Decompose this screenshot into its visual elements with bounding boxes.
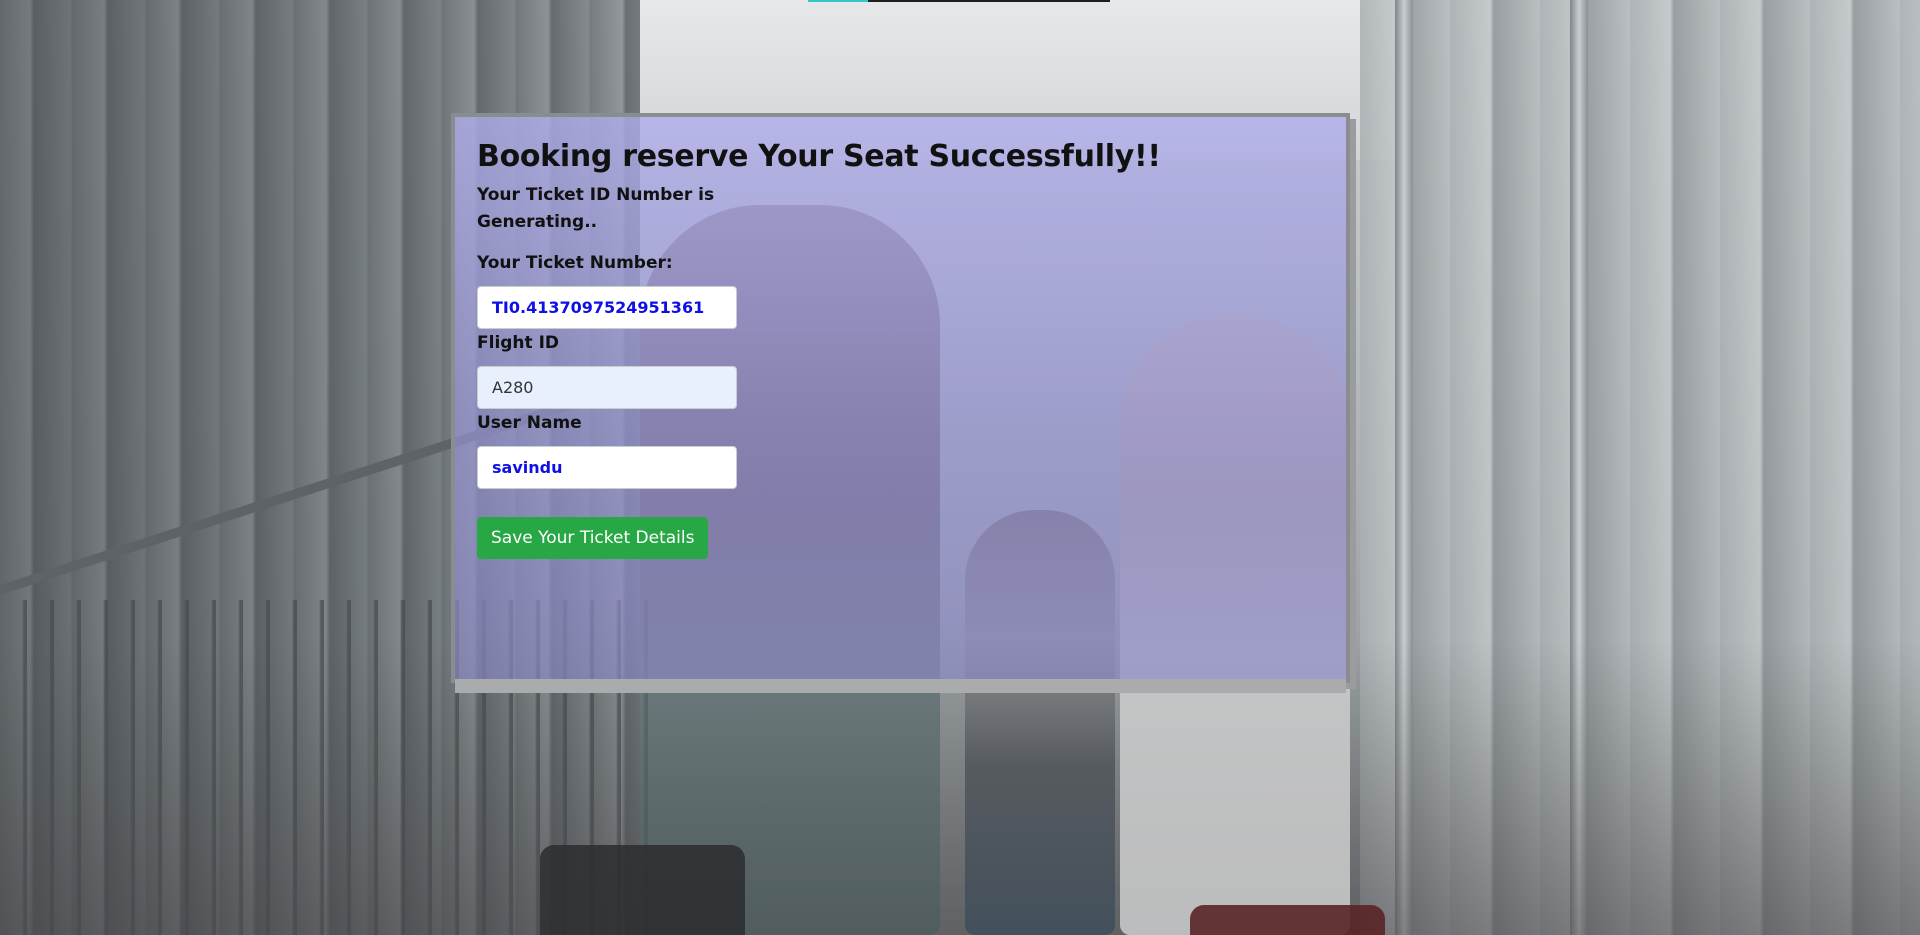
ticket-status-text: Your Ticket ID Number is Generating.. xyxy=(477,185,715,232)
flight-id-label: Flight ID xyxy=(477,333,560,353)
suitcase xyxy=(540,845,745,935)
suitcase xyxy=(1190,905,1385,935)
booking-confirmation-card: Booking reserve Your Seat Successfully!!… xyxy=(451,113,1350,693)
page-title: Booking reserve Your Seat Successfully!! xyxy=(477,139,1161,174)
top-strip xyxy=(808,0,1110,2)
user-name-input[interactable] xyxy=(477,446,737,489)
user-name-label: User Name xyxy=(477,413,582,433)
ticket-number-input[interactable] xyxy=(477,286,737,329)
ticket-number-label: Your Ticket Number: xyxy=(477,253,673,273)
ticket-form: Booking reserve Your Seat Successfully!!… xyxy=(477,139,1161,559)
airport-corridor-background: Booking reserve Your Seat Successfully!!… xyxy=(0,0,1920,935)
card-bottom-edge xyxy=(455,679,1346,693)
flight-id-input[interactable] xyxy=(477,366,737,409)
save-ticket-button[interactable]: Save Your Ticket Details xyxy=(477,517,709,559)
